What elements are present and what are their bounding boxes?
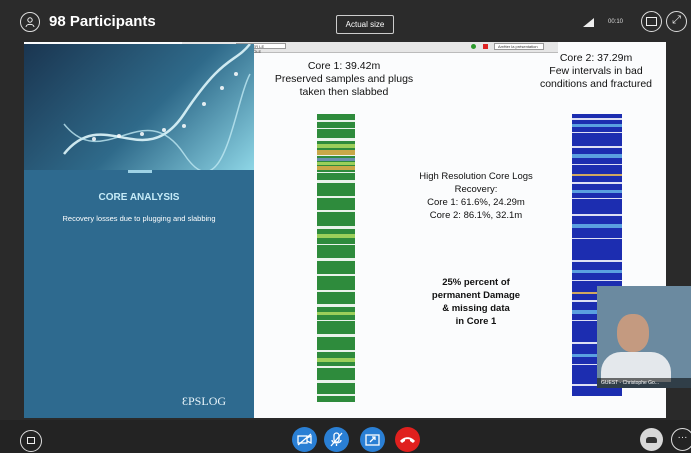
damage-line: & missing data bbox=[442, 303, 510, 314]
expand-icon[interactable]: ⤢ bbox=[666, 11, 687, 32]
logs-line: Core 1: 61.6%, 24.29m bbox=[427, 197, 525, 208]
core1-log-strip bbox=[317, 114, 355, 402]
core2-line: conditions and fractured bbox=[539, 78, 653, 90]
damage-line: 25% percent of bbox=[442, 277, 510, 288]
damage-note: 25% percent of permanent Damage & missin… bbox=[400, 276, 552, 328]
top-bar: 98 Participants Actual size 00:10 ⤢ bbox=[0, 0, 691, 40]
core2-description: Core 2: 37.29m Few intervals in bad cond… bbox=[502, 52, 666, 91]
title-panel bbox=[24, 170, 254, 418]
shared-slide: Presentation en cours ARRÊTER LE CONTRÔL… bbox=[24, 42, 666, 418]
speaker-head bbox=[617, 314, 649, 352]
phone-device-icon[interactable] bbox=[640, 428, 663, 451]
status-dot-icon bbox=[471, 44, 476, 49]
speaker-name-label: GUEST - Christophe Go... bbox=[597, 378, 691, 388]
share-icon[interactable] bbox=[360, 427, 385, 452]
logs-line: Core 2: 86.1%, 32.1m bbox=[429, 210, 523, 221]
slide-subtitle: Recovery losses due to plugging and slab… bbox=[62, 214, 216, 223]
stop-presentation-label: Arrêter la présentation bbox=[498, 44, 538, 49]
core1-line: Core 1: 39.42m bbox=[307, 60, 381, 72]
logs-line: High Resolution Core Logs bbox=[419, 171, 533, 182]
core2-line: Few intervals in bad bbox=[549, 65, 643, 77]
stop-icon[interactable] bbox=[483, 44, 488, 49]
speaker-video-tile[interactable]: GUEST - Christophe Go... bbox=[597, 286, 691, 388]
epslog-logo: ƐPSLOG bbox=[182, 394, 227, 408]
damage-line: permanent Damage bbox=[431, 290, 521, 301]
layout-icon[interactable] bbox=[641, 11, 662, 32]
damage-line: in Core 1 bbox=[455, 316, 497, 327]
participants-icon[interactable] bbox=[20, 12, 40, 32]
participants-count[interactable]: 98 Participants bbox=[49, 13, 156, 30]
logs-line: Recovery: bbox=[454, 184, 498, 195]
hangup-icon[interactable] bbox=[395, 427, 420, 452]
call-controls-bar: ··· bbox=[0, 420, 691, 453]
slide-title: CORE ANALYSIS bbox=[98, 192, 180, 203]
chat-icon[interactable] bbox=[20, 430, 42, 452]
call-timer: 00:10 bbox=[608, 19, 624, 25]
stop-presentation-button[interactable]: Arrêter la présentation bbox=[494, 43, 544, 50]
more-options-icon[interactable]: ··· bbox=[671, 428, 691, 451]
core-logs-recovery: High Resolution Core Logs Recovery: Core… bbox=[400, 170, 552, 222]
core1-description: Core 1: 39.42m Preserved samples and plu… bbox=[256, 60, 432, 99]
video-off-icon[interactable] bbox=[292, 427, 317, 452]
dna-banner-image bbox=[24, 44, 254, 170]
core1-line: taken then slabbed bbox=[299, 86, 389, 98]
accent-divider bbox=[128, 170, 152, 173]
mic-off-icon[interactable] bbox=[324, 427, 349, 452]
core2-line: Core 2: 37.29m bbox=[559, 52, 633, 64]
signal-icon bbox=[583, 18, 594, 27]
actual-size-button[interactable]: Actual size bbox=[336, 15, 394, 34]
core1-line: Preserved samples and plugs bbox=[274, 73, 414, 85]
